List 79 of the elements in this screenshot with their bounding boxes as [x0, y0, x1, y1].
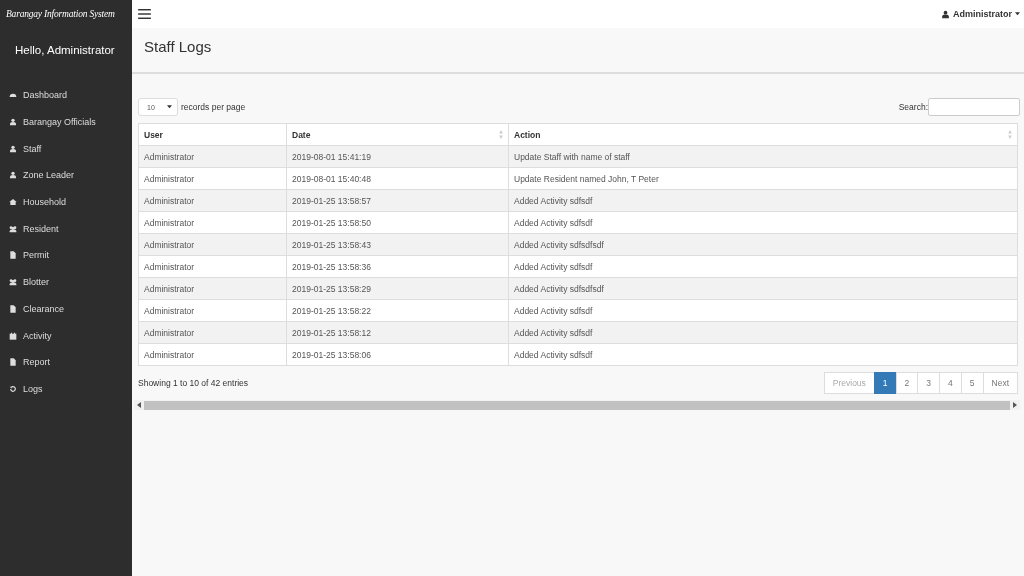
gauge-icon — [9, 91, 17, 100]
page-button[interactable]: 5 — [960, 372, 984, 394]
nav-item[interactable]: Barangay Officials — [0, 108, 132, 136]
table-cell: Administrator — [138, 321, 287, 344]
table-cell: Update Staff with name of staff — [508, 145, 1018, 168]
users-icon — [9, 224, 17, 233]
table-cell: 2019-01-25 13:58:22 — [286, 299, 509, 322]
next-button[interactable]: Next — [982, 372, 1018, 394]
table-cell: 2019-01-25 13:58:57 — [286, 189, 509, 212]
menu-icon[interactable] — [138, 9, 151, 19]
table-cell: 2019-01-25 13:58:50 — [286, 211, 509, 234]
table-cell: 2019-01-25 13:58:12 — [286, 321, 509, 344]
table-cell: Added Activity sdfsdf — [508, 321, 1018, 344]
table-cell: Administrator — [138, 299, 287, 322]
search-label: Search: — [898, 102, 928, 112]
table-cell: Administrator — [138, 233, 287, 256]
search-field[interactable] — [928, 98, 1020, 116]
table-cell: Administrator — [138, 343, 287, 366]
page-button[interactable]: 1 — [873, 372, 897, 394]
table-cell: 2019-01-25 13:58:43 — [286, 233, 509, 256]
nav-item[interactable]: Staff — [0, 135, 132, 163]
nav-item[interactable]: Blotter — [0, 268, 132, 296]
page-button[interactable]: 3 — [917, 372, 941, 394]
table-cell: Administrator — [138, 189, 287, 212]
nav-item[interactable]: Household — [0, 188, 132, 216]
length-label: records per page — [181, 102, 246, 112]
column-header[interactable]: User — [138, 123, 287, 146]
table-cell: 2019-08-01 15:41:19 — [286, 145, 509, 168]
user-icon — [9, 118, 17, 127]
table-cell: Added Activity sdfsdf — [508, 255, 1018, 278]
nav-item[interactable]: Activity — [0, 322, 132, 349]
greeting: Hello, Administrator — [14, 43, 116, 58]
entries-info: Showing 1 to 10 of 42 entries — [138, 378, 249, 388]
page-button[interactable]: 4 — [939, 372, 962, 394]
table-cell: Administrator — [138, 167, 287, 190]
horizontal-scrollbar[interactable] — [134, 400, 1020, 410]
scroll-right-icon[interactable] — [1013, 402, 1017, 408]
column-header[interactable]: Action — [508, 123, 1018, 146]
table-cell: Added Activity sdfsdf — [508, 299, 1018, 322]
scroll-left-icon[interactable] — [137, 402, 141, 408]
nav-item[interactable]: Dashboard — [0, 82, 132, 109]
table-cell: 2019-01-25 13:58:06 — [286, 343, 509, 366]
file-icon — [9, 358, 17, 367]
nav-item[interactable]: Zone Leader — [0, 162, 132, 189]
file-icon — [9, 304, 17, 313]
column-header[interactable]: Date — [286, 123, 509, 146]
table-cell: 2019-01-25 13:58:29 — [286, 277, 509, 300]
table-cell: Added Activity sdfsdf — [508, 189, 1018, 212]
caret-icon — [167, 105, 172, 109]
sort-icon — [1008, 130, 1012, 139]
nav-item[interactable]: Permit — [0, 242, 132, 269]
user-menu[interactable]: Administrator — [941, 9, 1020, 19]
nav-item[interactable]: Report — [0, 348, 132, 376]
table-cell: Added Activity sdfsdfsdf — [508, 277, 1018, 300]
user-icon — [941, 9, 950, 19]
file-icon — [9, 251, 17, 260]
table-cell: Added Activity sdfsdf — [508, 211, 1018, 234]
users-icon — [9, 278, 17, 287]
nav-item[interactable]: Logs — [0, 375, 132, 403]
sort-icon — [499, 130, 503, 139]
nav-item[interactable]: Resident — [0, 215, 132, 243]
table-cell: Administrator — [138, 277, 287, 300]
page-title: Staff Logs — [144, 37, 212, 55]
table-cell: Added Activity sdfsdf — [508, 343, 1018, 366]
table-cell: 2019-08-01 15:40:48 — [286, 167, 509, 190]
home-icon — [9, 198, 17, 207]
nav-item[interactable]: Clearance — [0, 295, 132, 323]
table-cell: Update Resident named John, T Peter — [508, 167, 1018, 190]
table-cell: Administrator — [138, 145, 287, 168]
table-cell: Administrator — [138, 255, 287, 278]
table-cell: Added Activity sdfsdfsdf — [508, 233, 1018, 256]
table-cell: 2019-01-25 13:58:36 — [286, 255, 509, 278]
calendar-icon — [9, 331, 17, 340]
caret-icon — [1015, 12, 1020, 16]
user-icon — [9, 171, 17, 180]
user-icon — [9, 144, 17, 153]
table-cell: Administrator — [138, 211, 287, 234]
history-icon — [9, 384, 17, 393]
brand-title: Barangay Information System — [5, 8, 116, 21]
